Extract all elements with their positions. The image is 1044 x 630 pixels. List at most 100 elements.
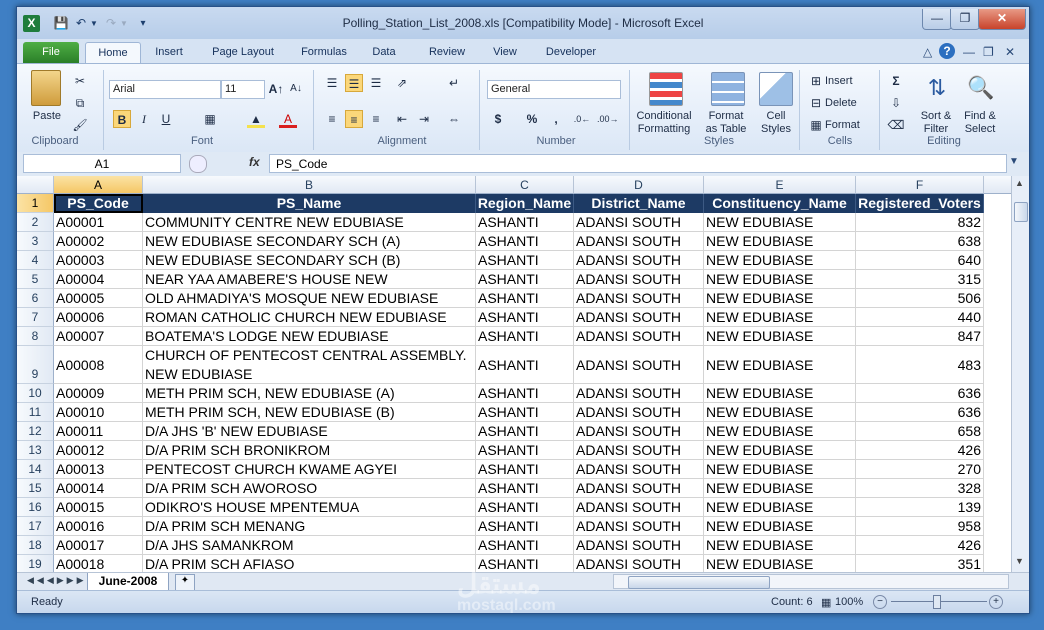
clear-icon[interactable]: ⌫ xyxy=(887,116,905,134)
cell-code[interactable]: A00007 xyxy=(54,327,143,346)
cell-const[interactable]: NEW EDUBIASE xyxy=(704,346,856,384)
align-left-icon[interactable]: ≡ xyxy=(323,110,341,128)
cell-code[interactable]: A00010 xyxy=(54,403,143,422)
workbook-restore-icon[interactable]: ❐ xyxy=(983,45,994,59)
formula-bar-handle-icon[interactable] xyxy=(189,155,207,173)
cell-region[interactable]: ASHANTI xyxy=(476,270,574,289)
italic-button[interactable]: I xyxy=(135,110,153,128)
tab-review[interactable]: Review xyxy=(417,42,477,63)
shrink-font-icon[interactable]: A↓ xyxy=(287,80,305,98)
cell-district[interactable]: ADANSI SOUTH xyxy=(574,289,704,308)
cell-voters[interactable]: 847 xyxy=(856,327,984,346)
comma-button[interactable]: , xyxy=(547,110,565,128)
row-header[interactable]: 14 xyxy=(17,460,54,479)
row-header[interactable]: 3 xyxy=(17,232,54,251)
cell-code[interactable]: A00001 xyxy=(54,213,143,232)
insert-function-icon[interactable]: fx xyxy=(249,155,260,169)
conditional-formatting-button[interactable]: Conditional Formatting xyxy=(631,110,697,136)
paste-button[interactable]: Paste xyxy=(27,110,67,123)
cell-district[interactable]: ADANSI SOUTH xyxy=(574,251,704,270)
cell-const[interactable]: NEW EDUBIASE xyxy=(704,403,856,422)
cell-code[interactable]: A00006 xyxy=(54,308,143,327)
row-header[interactable]: 16 xyxy=(17,498,54,517)
worksheet-grid[interactable]: A B C D E F 1 PS_Code PS_Name Region_Nam… xyxy=(17,176,1011,572)
restore-button[interactable]: ❐ xyxy=(950,9,980,30)
align-top-icon[interactable]: ☰ xyxy=(323,74,341,92)
row-header[interactable]: 5 xyxy=(17,270,54,289)
align-middle-icon[interactable]: ☰ xyxy=(345,74,363,92)
cell-voters[interactable]: 658 xyxy=(856,422,984,441)
currency-button[interactable]: $ xyxy=(489,110,507,128)
increase-indent-icon[interactable]: ⇥ xyxy=(415,110,433,128)
cell-voters[interactable]: 270 xyxy=(856,460,984,479)
cell-name[interactable]: D/A PRIM SCH MENANG xyxy=(143,517,476,536)
cell-region[interactable]: ASHANTI xyxy=(476,498,574,517)
cell-code[interactable]: A00004 xyxy=(54,270,143,289)
cell-const[interactable]: NEW EDUBIASE xyxy=(704,555,856,572)
header-cell-ps-code[interactable]: PS_Code xyxy=(54,194,143,213)
zoom-level[interactable]: 100% xyxy=(835,596,863,608)
sort-filter-button[interactable]: Sort & Filter xyxy=(915,110,957,136)
cell-voters[interactable]: 640 xyxy=(856,251,984,270)
cell-voters[interactable]: 958 xyxy=(856,517,984,536)
insert-sheet-icon[interactable]: ✦ xyxy=(175,574,195,591)
cell-district[interactable]: ADANSI SOUTH xyxy=(574,346,704,384)
cell-const[interactable]: NEW EDUBIASE xyxy=(704,232,856,251)
cell-voters[interactable]: 440 xyxy=(856,308,984,327)
format-as-table-button[interactable]: Format as Table xyxy=(699,110,753,136)
font-name-combo[interactable]: Arial xyxy=(109,80,221,99)
sort-filter-icon[interactable]: ⇅ xyxy=(921,72,953,104)
fill-color-icon[interactable]: ▲ xyxy=(247,110,265,128)
cell-region[interactable]: ASHANTI xyxy=(476,460,574,479)
cell-code[interactable]: A00017 xyxy=(54,536,143,555)
tab-page-layout[interactable]: Page Layout xyxy=(201,42,285,63)
cell-region[interactable]: ASHANTI xyxy=(476,251,574,270)
grow-font-icon[interactable]: A↑ xyxy=(267,80,285,98)
cell-name[interactable]: CHURCH OF PENTECOST CENTRAL ASSEMBLY. NE… xyxy=(143,346,476,384)
row-header[interactable]: 19 xyxy=(17,555,54,572)
align-center-icon[interactable]: ≡ xyxy=(345,110,363,128)
cell-voters[interactable]: 328 xyxy=(856,479,984,498)
cell-district[interactable]: ADANSI SOUTH xyxy=(574,327,704,346)
cell-district[interactable]: ADANSI SOUTH xyxy=(574,517,704,536)
row-header[interactable]: 12 xyxy=(17,422,54,441)
delete-cells-button[interactable]: Delete xyxy=(825,97,865,110)
percent-button[interactable]: % xyxy=(523,110,541,128)
cell-name[interactable]: D/A PRIM SCH AWOROSO xyxy=(143,479,476,498)
cell-region[interactable]: ASHANTI xyxy=(476,422,574,441)
autosum-icon[interactable]: Σ xyxy=(887,72,905,90)
copy-icon[interactable]: ⧉ xyxy=(71,94,89,112)
font-size-combo[interactable]: 11 xyxy=(221,80,265,99)
cell-styles-button[interactable]: Cell Styles xyxy=(755,110,797,136)
find-select-icon[interactable]: 🔍 xyxy=(965,72,997,104)
column-header[interactable]: D xyxy=(574,176,704,194)
column-header[interactable]: B xyxy=(143,176,476,194)
cell-region[interactable]: ASHANTI xyxy=(476,308,574,327)
formula-input[interactable]: PS_Code xyxy=(269,154,1007,173)
cell-name[interactable]: METH PRIM SCH, NEW EDUBIASE (A) xyxy=(143,384,476,403)
zoom-in-icon[interactable]: + xyxy=(989,595,1003,609)
cell-const[interactable]: NEW EDUBIASE xyxy=(704,270,856,289)
help-icon[interactable]: ? xyxy=(939,43,955,59)
cell-district[interactable]: ADANSI SOUTH xyxy=(574,232,704,251)
sheet-tab-june-2008[interactable]: June-2008 xyxy=(87,573,169,591)
cell-name[interactable]: COMMUNITY CENTRE NEW EDUBIASE xyxy=(143,213,476,232)
underline-button[interactable]: U xyxy=(157,110,175,128)
horizontal-scrollbar[interactable] xyxy=(613,574,1009,589)
cell-district[interactable]: ADANSI SOUTH xyxy=(574,213,704,232)
workbook-close-icon[interactable]: ✕ xyxy=(1005,45,1015,59)
row-header[interactable]: 1 xyxy=(17,194,54,213)
cell-voters[interactable]: 832 xyxy=(856,213,984,232)
cell-const[interactable]: NEW EDUBIASE xyxy=(704,384,856,403)
cell-code[interactable]: A00018 xyxy=(54,555,143,572)
cell-const[interactable]: NEW EDUBIASE xyxy=(704,251,856,270)
header-cell-ps-name[interactable]: PS_Name xyxy=(143,194,476,213)
conditional-formatting-icon[interactable] xyxy=(649,72,683,106)
cell-district[interactable]: ADANSI SOUTH xyxy=(574,384,704,403)
cell-voters[interactable]: 351 xyxy=(856,555,984,572)
name-box[interactable]: A1 xyxy=(23,154,181,173)
align-right-icon[interactable]: ≡ xyxy=(367,110,385,128)
row-header[interactable]: 2 xyxy=(17,213,54,232)
minimize-ribbon-icon[interactable]: △ xyxy=(923,45,932,59)
row-header[interactable]: 15 xyxy=(17,479,54,498)
